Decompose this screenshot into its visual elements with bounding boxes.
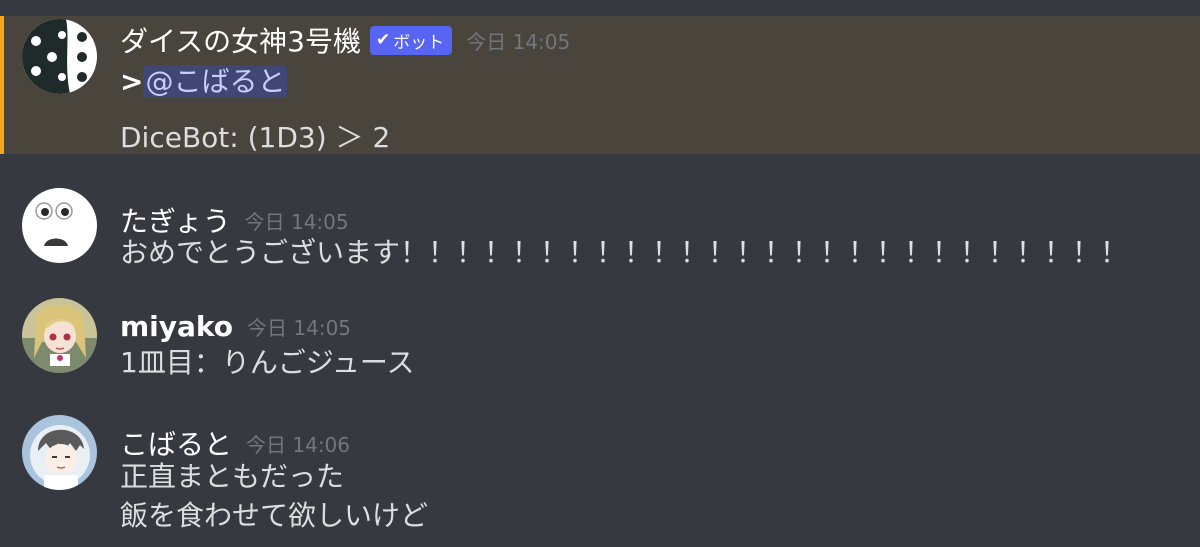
message-header: ダイスの女神3号機 ✔ ボット 今日 14:05 [120, 20, 570, 60]
dice-avatar-icon [22, 19, 97, 94]
bot-tag-label: ボット [393, 32, 445, 53]
message-header: miyako 今日 14:05 [120, 310, 351, 343]
message-content: >@こばると [120, 60, 288, 100]
message-bot-dice: ダイスの女神3号機 ✔ ボット 今日 14:05 >@こばると DiceBot:… [0, 16, 1200, 154]
message-content-line-1: 正直まともだった [120, 460, 345, 493]
user-mention[interactable]: @こばると [143, 65, 288, 98]
avatar-dice-goddess[interactable] [22, 19, 97, 94]
anime-boy-avatar-icon [22, 415, 97, 490]
author-name[interactable]: miyako [120, 310, 233, 343]
reply-prefix: > [120, 65, 144, 98]
bot-tag: ✔ ボット [369, 25, 453, 55]
chat-message-list: ダイスの女神3号機 ✔ ボット 今日 14:05 >@こばると DiceBot:… [0, 0, 1200, 547]
message-content: 1皿目：りんごジュース [120, 346, 415, 379]
timestamp: 今日 14:05 [466, 29, 571, 54]
author-name[interactable]: ダイスの女神3号機 [120, 20, 361, 60]
message-tagyou: たぎょう 今日 14:05 おめでとうございます！！！！！！！！！！！！！！！！… [0, 180, 1200, 280]
anime-girl-avatar-icon [22, 298, 97, 373]
timestamp: 今日 14:05 [247, 316, 352, 340]
message-kobaruto: こばると 今日 14:06 正直まともだった 飯を食わせて欲しいけど [0, 410, 1200, 547]
avatar-kobaruto[interactable] [22, 415, 97, 490]
avatar-miyako[interactable] [22, 298, 97, 373]
timestamp: 今日 14:06 [246, 432, 351, 457]
message-content: おめでとうございます！！！！！！！！！！！！！！！！！！！！！！！！！！ [120, 236, 1129, 269]
message-content-line-2: 飯を食わせて欲しいけど [120, 499, 429, 532]
face-avatar-icon [22, 188, 97, 263]
message-miyako: miyako 今日 14:05 1皿目：りんごジュース [0, 290, 1200, 390]
message-content-result: DiceBot: (1D3) ＞ 2 [120, 121, 391, 154]
check-icon: ✔ [375, 30, 391, 50]
avatar-tagyou[interactable] [22, 188, 97, 263]
